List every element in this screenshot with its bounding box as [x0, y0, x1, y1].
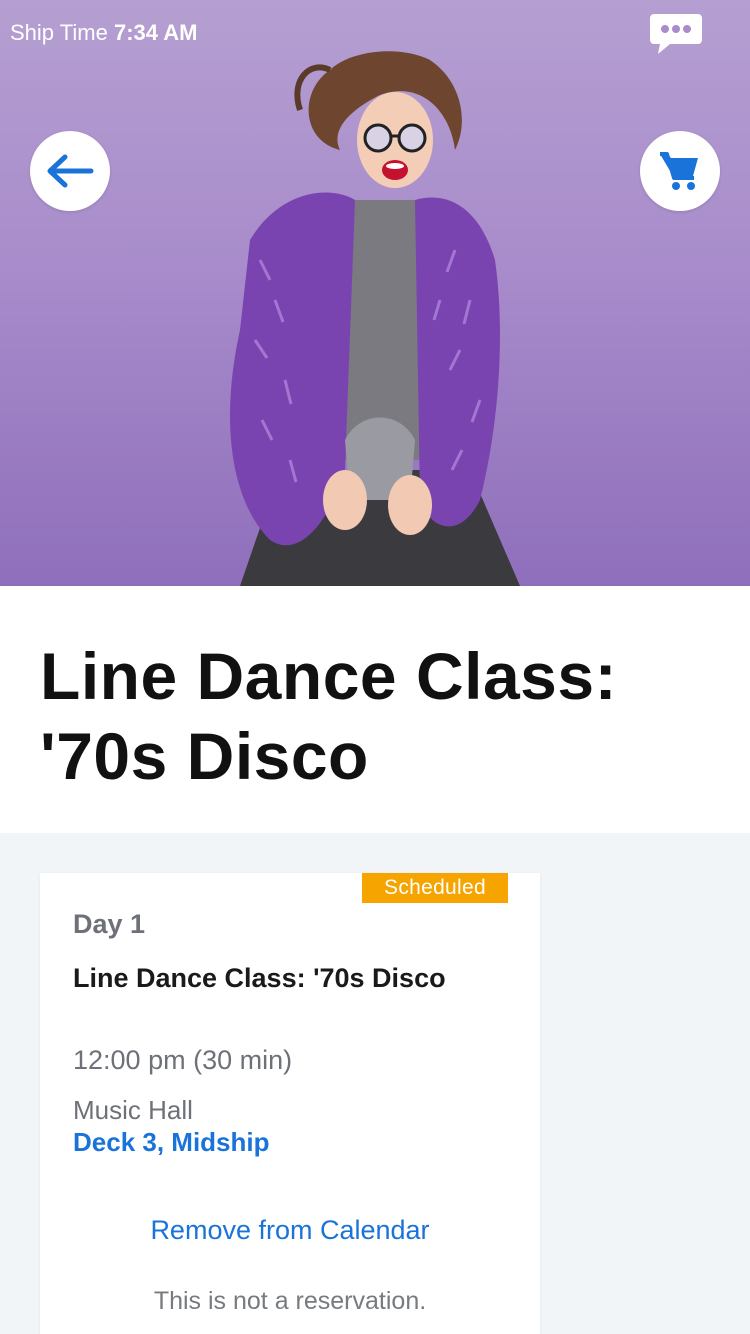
- event-venue: Music Hall: [73, 1095, 193, 1125]
- back-button[interactable]: [30, 131, 110, 211]
- cart-button[interactable]: [640, 131, 720, 211]
- schedule-card: Scheduled Day 1 Line Dance Class: '70s D…: [40, 873, 540, 1334]
- hero-image: Ship Time 7:34 AM: [0, 0, 750, 586]
- title-section: Line Dance Class: '70s Disco: [0, 586, 750, 833]
- reservation-note: This is not a reservation.: [153, 1287, 427, 1315]
- event-title: Line Dance Class: '70s Disco: [40, 639, 618, 793]
- event-time: 12:00 pm (30 min): [73, 1045, 293, 1075]
- status-bar: Ship Time 7:34 AM: [10, 20, 198, 46]
- chat-button[interactable]: [648, 10, 704, 56]
- status-badge: Scheduled: [362, 873, 508, 903]
- remove-from-calendar-button[interactable]: Remove from Calendar: [40, 1215, 540, 1246]
- event-location-link[interactable]: Deck 3, Midship: [73, 1127, 270, 1158]
- ship-time-value: 7:34 AM: [113, 20, 198, 45]
- event-day: Day 1: [73, 909, 146, 939]
- arrow-left-icon: [47, 154, 94, 188]
- card-event-title: Line Dance Class: '70s Disco: [73, 963, 446, 993]
- chat-bubble-icon: [650, 14, 702, 54]
- dancer-photo: [230, 51, 520, 586]
- shopping-cart-icon: [660, 152, 698, 190]
- ship-time-label: Ship Time: [10, 20, 108, 45]
